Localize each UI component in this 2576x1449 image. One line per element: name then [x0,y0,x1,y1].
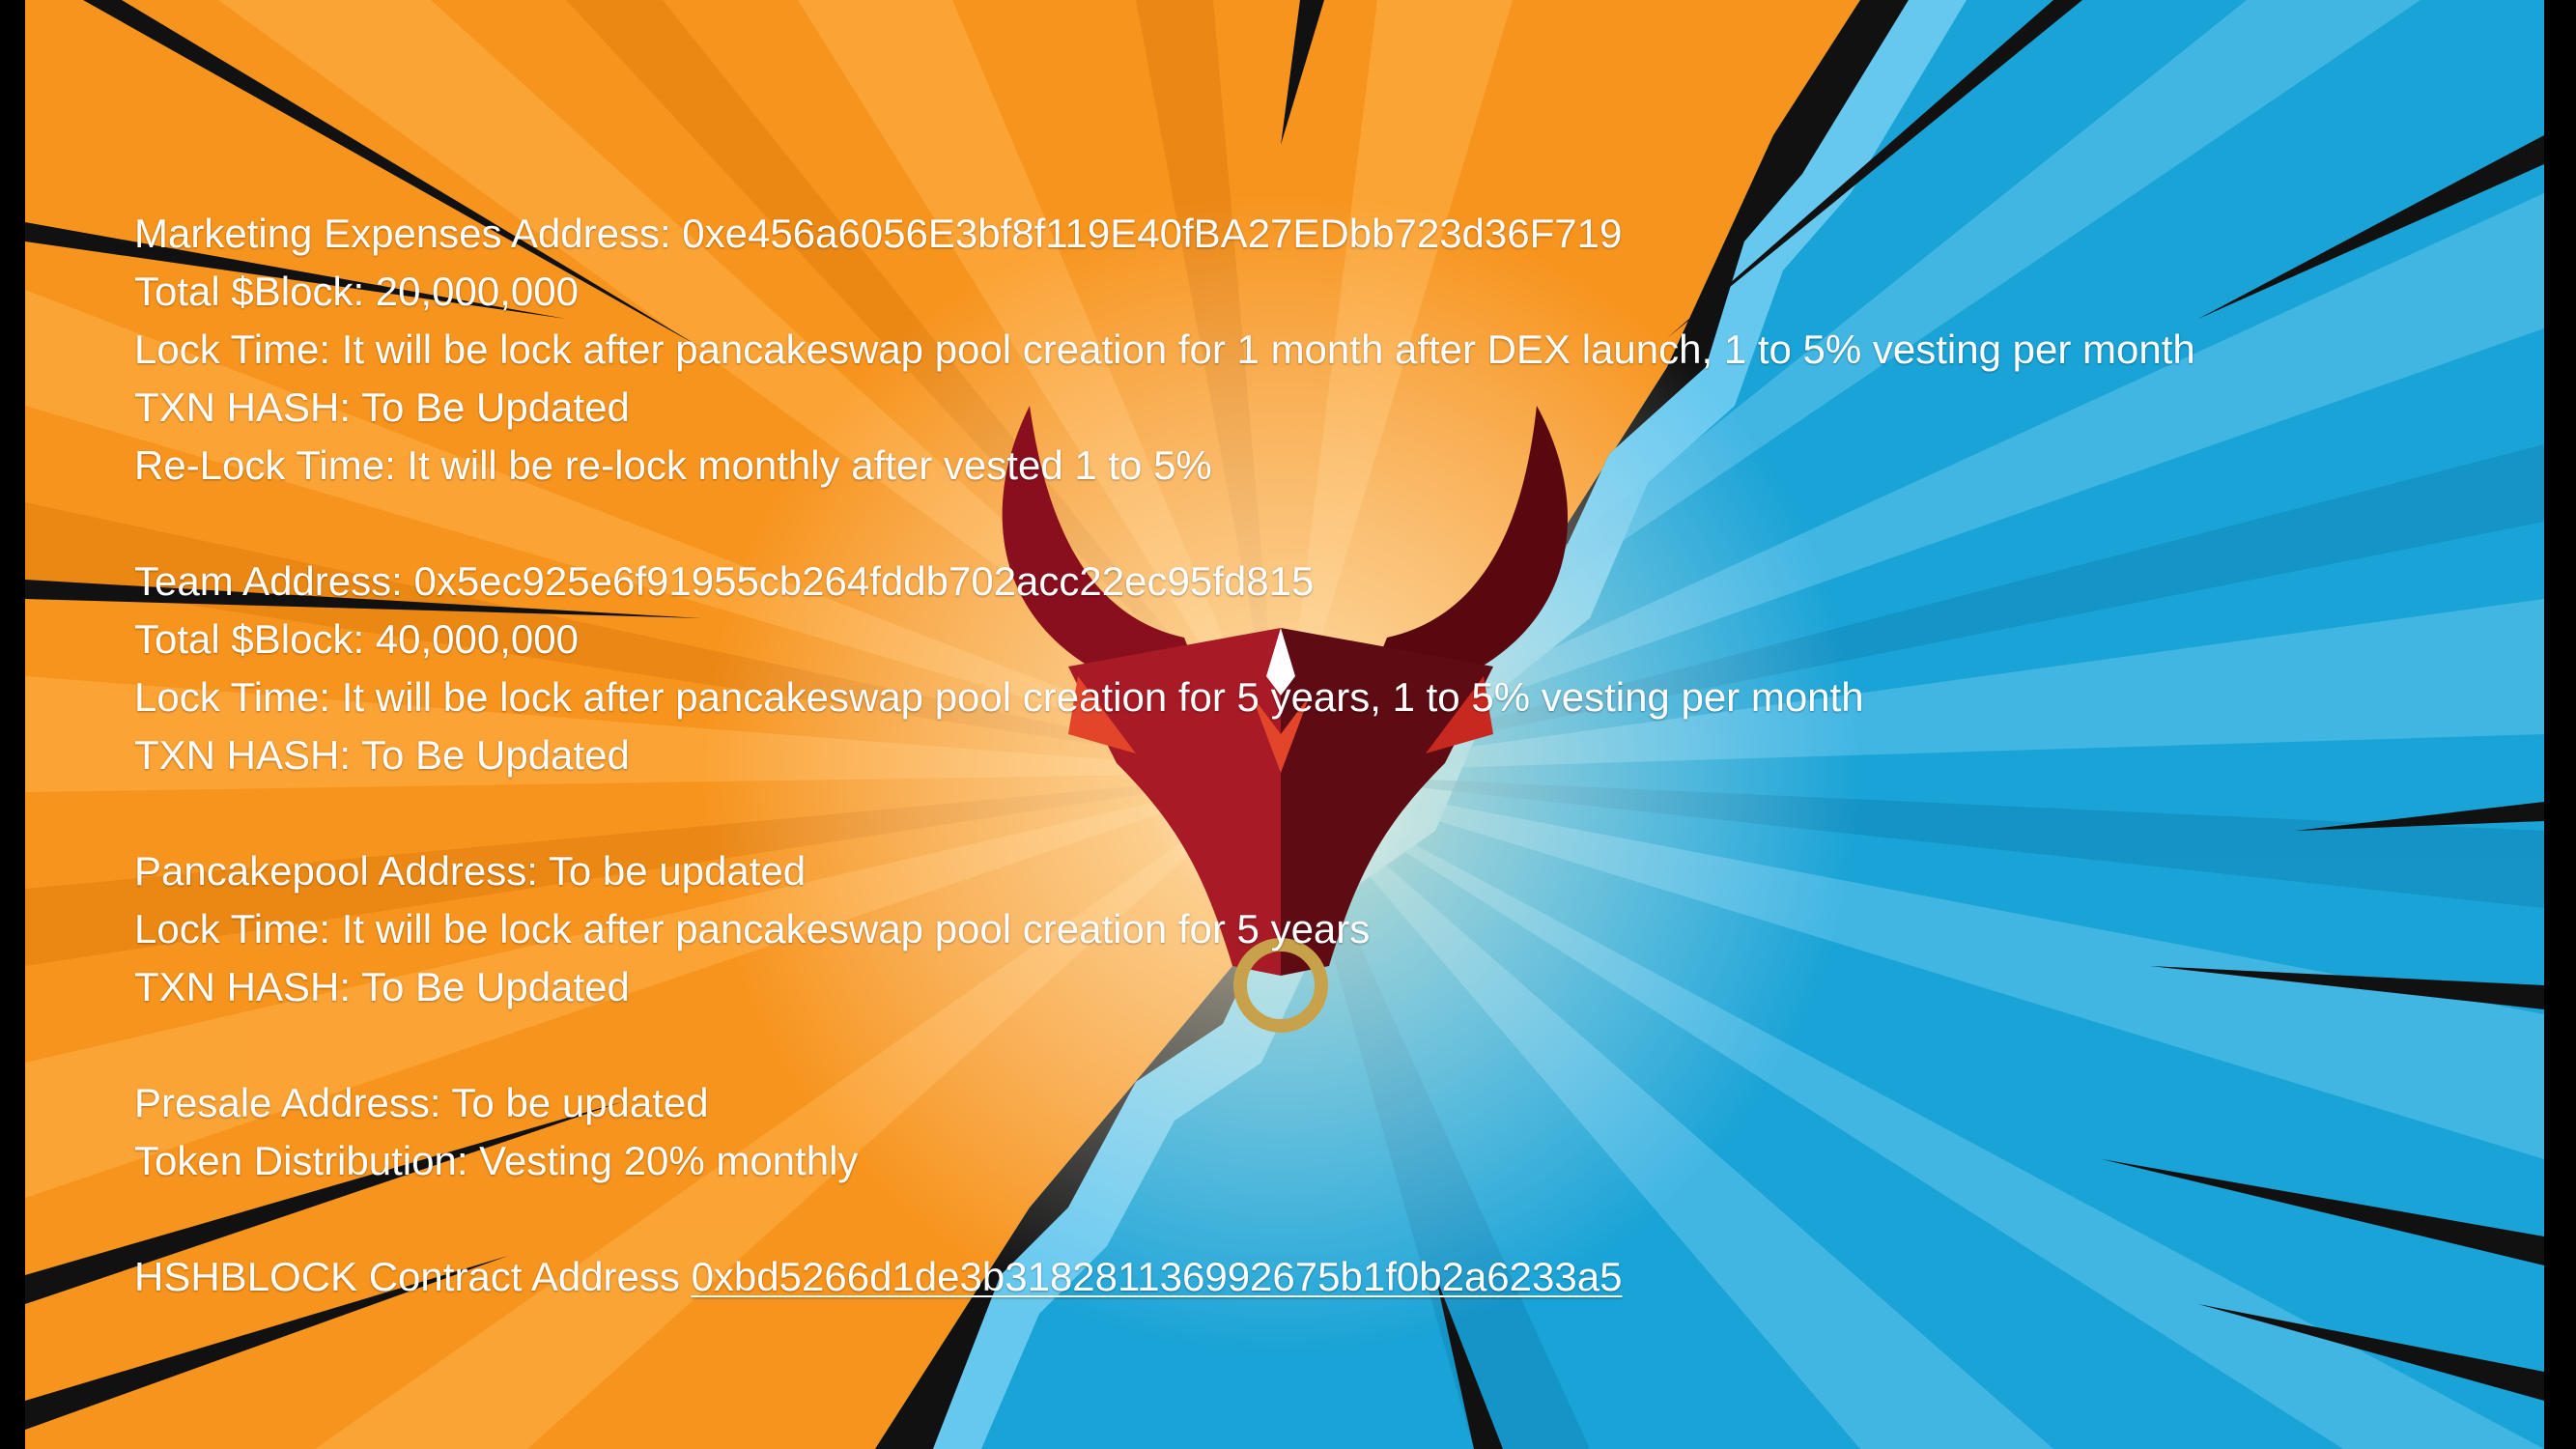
team-total-block: Total $Block: 40,000,000 [134,616,579,662]
marketing-address-label: Marketing Expenses Address: [134,211,683,256]
team-address-value: 0x5ec925e6f91955cb264fddb702acc22ec95fd8… [413,558,1315,604]
marketing-address-line: Marketing Expenses Address: 0xe456a6056E… [134,205,2472,263]
marketing-address-value: 0xe456a6056E3bf8f119E40fBA27EDbb723d36F7… [682,211,1623,256]
presale-address: Presale Address: To be updated [134,1080,709,1125]
pancakepool-txn-hash: TXN HASH: To Be Updated [134,964,630,1009]
team-lock-time: Lock Time: It will be lock after pancake… [134,674,1864,720]
team-address-line: Team Address: 0x5ec925e6f91955cb264fddb7… [134,553,2472,611]
contract-address-link[interactable]: 0xbd5266d1de3b318281136992675b1f0b2a6233… [692,1254,1623,1299]
contract-address-line: HSHBLOCK Contract Address 0xbd5266d1de3b… [134,1248,2472,1306]
pancakepool-lock-time: Lock Time: It will be lock after pancake… [134,906,1371,952]
marketing-lock-time: Lock Time: It will be lock after pancake… [134,327,2195,372]
team-address-label: Team Address: [134,558,414,604]
contract-address-label: HSHBLOCK Contract Address [134,1254,692,1299]
screen: Marketing Expenses Address: 0xe456a6056E… [0,0,2576,1449]
pancakepool-address: Pancakepool Address: To be updated [134,848,807,894]
marketing-total-block: Total $Block: 20,000,000 [134,269,579,314]
marketing-relock-time: Re-Lock Time: It will be re-lock monthly… [134,442,1212,488]
presale-token-distribution: Token Distribution: Vesting 20% monthly [134,1138,859,1183]
token-lock-info: Marketing Expenses Address: 0xe456a6056E… [134,205,2472,1306]
slide: Marketing Expenses Address: 0xe456a6056E… [25,0,2544,1449]
marketing-txn-hash: TXN HASH: To Be Updated [134,384,630,430]
team-txn-hash: TXN HASH: To Be Updated [134,732,630,778]
